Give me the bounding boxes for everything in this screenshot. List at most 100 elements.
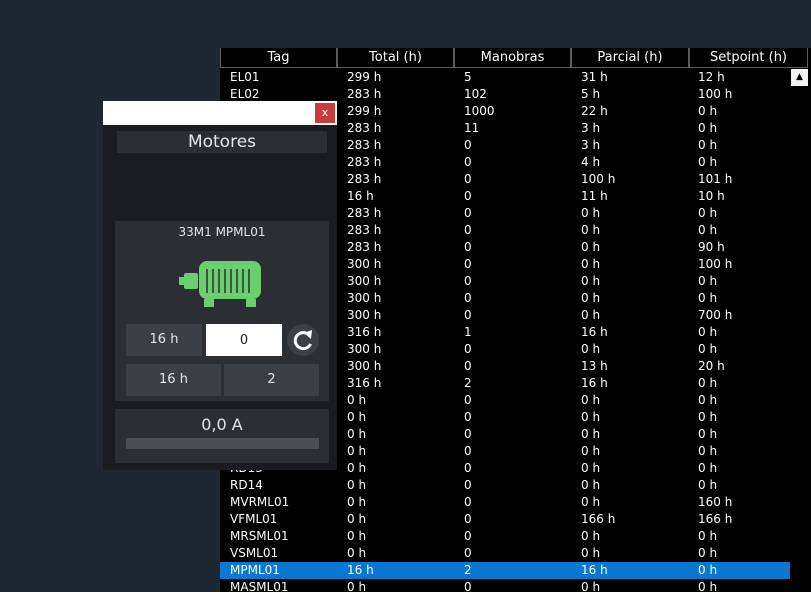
setpoint-input[interactable] [206, 324, 282, 356]
cell-maneuvers: 0 [464, 223, 472, 237]
cell-partial: 0 h [581, 206, 601, 220]
cell-total: 0 h [347, 580, 367, 592]
cell-partial: 11 h [581, 189, 608, 203]
cell-setpoint: 0 h [698, 274, 718, 288]
dialog-titlebar[interactable]: x [103, 101, 337, 125]
column-header-setpoint[interactable]: Setpoint (h) [689, 48, 808, 68]
cell-setpoint: 10 h [698, 189, 725, 203]
cell-partial: 31 h [581, 70, 608, 84]
cell-setpoint: 0 h [698, 155, 718, 169]
cell-total: 0 h [347, 393, 367, 407]
column-header-partial[interactable]: Parcial (h) [571, 48, 689, 68]
cell-total: 300 h [347, 359, 382, 373]
cell-setpoint: 0 h [698, 206, 718, 220]
cell-partial: 0 h [581, 410, 601, 424]
cell-total: 16 h [347, 563, 374, 577]
cell-maneuvers: 0 [464, 189, 472, 203]
cell-total: 0 h [347, 444, 367, 458]
cell-setpoint: 12 h [698, 70, 725, 84]
cell-setpoint: 0 h [698, 427, 718, 441]
reset-button[interactable] [287, 324, 319, 356]
cell-total: 283 h [347, 172, 382, 186]
cell-partial: 0 h [581, 478, 601, 492]
cell-total: 0 h [347, 461, 367, 475]
cell-total: 0 h [347, 410, 367, 424]
motor-card: 33M1 MPML01 16 h 16 h 2 [115, 221, 329, 401]
cell-total: 283 h [347, 223, 382, 237]
cell-total: 300 h [347, 291, 382, 305]
cell-maneuvers: 0 [464, 529, 472, 543]
cell-tag: EL01 [230, 70, 260, 84]
cell-total: 283 h [347, 206, 382, 220]
cell-total: 300 h [347, 308, 382, 322]
cell-maneuvers: 0 [464, 359, 472, 373]
cell-maneuvers: 0 [464, 478, 472, 492]
scroll-up-arrow-icon[interactable]: ▲ [791, 69, 808, 86]
cell-setpoint: 0 h [698, 291, 718, 305]
cell-total: 316 h [347, 325, 382, 339]
cell-tag: VFML01 [230, 512, 278, 526]
cell-total: 299 h [347, 70, 382, 84]
cell-partial: 0 h [581, 291, 601, 305]
current-bar [126, 438, 319, 449]
refresh-icon [293, 330, 312, 351]
cell-setpoint: 0 h [698, 580, 718, 592]
cell-partial: 16 h [581, 563, 608, 577]
table-row[interactable]: RD14 0 h 0 0 h 0 h [220, 477, 790, 494]
table-row[interactable]: VSML01 0 h 0 0 h 0 h [220, 545, 790, 562]
cell-total: 283 h [347, 121, 382, 135]
cell-setpoint: 0 h [698, 478, 718, 492]
column-header-total[interactable]: Total (h) [337, 48, 454, 68]
cell-maneuvers: 0 [464, 172, 472, 186]
cell-partial: 0 h [581, 274, 601, 288]
cell-partial: 0 h [581, 257, 601, 271]
motor-dialog: x Motores 33M1 MPML01 16 h 16 h [103, 101, 337, 470]
cell-setpoint: 100 h [698, 257, 733, 271]
close-button[interactable]: x [315, 103, 335, 123]
column-header-maneuvers[interactable]: Manobras [454, 48, 571, 68]
cell-partial: 13 h [581, 359, 608, 373]
cell-total: 300 h [347, 257, 382, 271]
cell-tag: MRSML01 [230, 529, 289, 543]
dialog-title: Motores [117, 131, 327, 153]
table-row[interactable]: MRSML01 0 h 0 0 h 0 h [220, 528, 790, 545]
current-card: 0,0 A [115, 409, 329, 463]
cell-total: 0 h [347, 478, 367, 492]
cell-partial: 16 h [581, 325, 608, 339]
cell-total: 16 h [347, 189, 374, 203]
cell-setpoint: 166 h [698, 512, 733, 526]
cell-setpoint: 0 h [698, 410, 718, 424]
cell-maneuvers: 0 [464, 461, 472, 475]
cell-setpoint: 20 h [698, 359, 725, 373]
partial-hours-box: 16 h [126, 364, 221, 396]
cell-total: 0 h [347, 546, 367, 560]
table-row[interactable]: VFML01 0 h 0 166 h 166 h [220, 511, 790, 528]
cell-maneuvers: 0 [464, 138, 472, 152]
cell-tag: MVRML01 [230, 495, 290, 509]
cell-setpoint: 0 h [698, 393, 718, 407]
cell-partial: 0 h [581, 580, 601, 592]
maneuvers-box: 2 [224, 364, 319, 396]
total-hours-box: 16 h [126, 324, 202, 356]
cell-maneuvers: 0 [464, 308, 472, 322]
cell-maneuvers: 0 [464, 393, 472, 407]
table-header: Tag Total (h) Manobras Parcial (h) Setpo… [220, 48, 811, 69]
cell-total: 283 h [347, 240, 382, 254]
cell-tag: MPML01 [230, 563, 280, 577]
table-row[interactable]: MPML01 16 h 2 16 h 0 h [220, 562, 790, 579]
cell-maneuvers: 0 [464, 580, 472, 592]
cell-total: 0 h [347, 427, 367, 441]
table-row[interactable]: EL01 299 h 5 31 h 12 h [220, 69, 790, 86]
cell-setpoint: 0 h [698, 138, 718, 152]
cell-setpoint: 101 h [698, 172, 733, 186]
cell-tag: VSML01 [230, 546, 279, 560]
cell-maneuvers: 0 [464, 427, 472, 441]
motor-icon [179, 261, 261, 307]
cell-partial: 0 h [581, 444, 601, 458]
cell-maneuvers: 0 [464, 274, 472, 288]
cell-maneuvers: 0 [464, 495, 472, 509]
column-header-tag[interactable]: Tag [220, 48, 337, 68]
vertical-scrollbar[interactable]: ▲ [791, 69, 808, 592]
table-row[interactable]: MASML01 0 h 0 0 h 0 h [220, 579, 790, 592]
table-row[interactable]: MVRML01 0 h 0 0 h 160 h [220, 494, 790, 511]
